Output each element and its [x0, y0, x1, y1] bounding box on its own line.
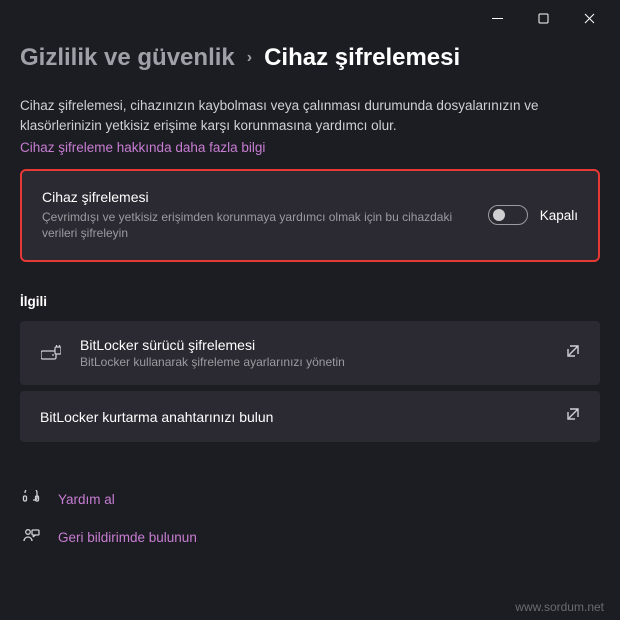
maximize-button[interactable]: [520, 2, 566, 34]
minimize-button[interactable]: [474, 2, 520, 34]
encryption-toggle[interactable]: [488, 205, 528, 225]
close-button[interactable]: [566, 2, 612, 34]
page-description: Cihaz şifrelemesi, cihazınızın kaybolmas…: [20, 96, 600, 137]
toggle-state-label: Kapalı: [540, 208, 578, 223]
window-titlebar: [0, 0, 620, 36]
card-subtitle: Çevrimdışı ve yetkisiz erişimden korunma…: [42, 209, 472, 243]
related-section-label: İlgili: [20, 294, 600, 309]
drive-lock-icon: [40, 342, 62, 364]
breadcrumb: Gizlilik ve güvenlik › Cihaz şifrelemesi: [20, 44, 600, 72]
get-help-link[interactable]: Yardım al: [20, 480, 600, 518]
learn-more-link[interactable]: Cihaz şifreleme hakkında daha fazla bilg…: [20, 140, 600, 155]
watermark: www.sordum.net: [515, 600, 604, 614]
row-title: BitLocker kurtarma anahtarınızı bulun: [40, 409, 548, 425]
give-feedback-link[interactable]: Geri bildirimde bulunun: [20, 518, 600, 556]
feedback-link-label: Geri bildirimde bulunun: [58, 530, 197, 545]
help-icon: [20, 490, 42, 508]
help-link-label: Yardım al: [58, 492, 115, 507]
card-title: Cihaz şifrelemesi: [42, 189, 472, 205]
open-external-icon: [566, 407, 580, 426]
bitlocker-recovery-key-row[interactable]: BitLocker kurtarma anahtarınızı bulun: [20, 391, 600, 442]
toggle-knob: [493, 209, 505, 221]
row-subtitle: BitLocker kullanarak şifreleme ayarların…: [80, 355, 548, 369]
device-encryption-card: Cihaz şifrelemesi Çevrimdışı ve yetkisiz…: [20, 169, 600, 263]
breadcrumb-parent[interactable]: Gizlilik ve güvenlik: [20, 44, 235, 72]
bitlocker-drive-encryption-row[interactable]: BitLocker sürücü şifrelemesi BitLocker k…: [20, 321, 600, 385]
open-external-icon: [566, 344, 580, 363]
feedback-icon: [20, 528, 42, 546]
chevron-right-icon: ›: [247, 49, 252, 67]
page-title: Cihaz şifrelemesi: [264, 44, 460, 72]
row-title: BitLocker sürücü şifrelemesi: [80, 337, 548, 353]
